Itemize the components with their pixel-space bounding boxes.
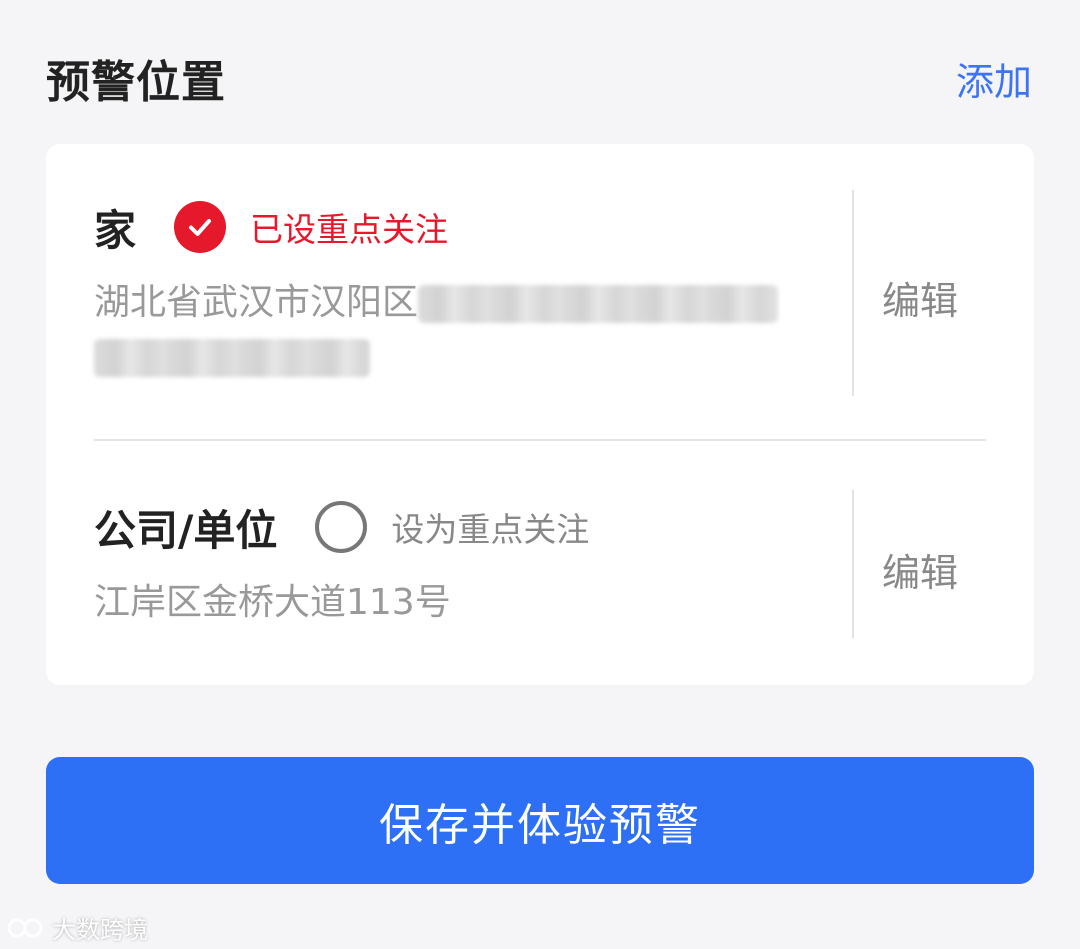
edit-button-home[interactable]: 编辑 (854, 270, 986, 325)
edit-button-work[interactable]: 编辑 (854, 542, 986, 597)
location-title-row: 家 已设重点关注 (94, 190, 814, 264)
page-title: 预警位置 (46, 57, 226, 108)
section-header: 预警位置 添加 (46, 46, 1032, 110)
location-name: 家 (94, 205, 137, 255)
location-item-home: 家 已设重点关注 湖北省武汉市汉阳区 编辑 (94, 190, 986, 396)
redacted-address-blur (418, 285, 779, 323)
watermark-logo-icon (7, 918, 43, 937)
add-location-link[interactable]: 添加 (956, 51, 1032, 106)
redacted-address-blur (94, 339, 370, 377)
location-address: 江岸区金桥大道113号 (94, 582, 451, 623)
location-address: 湖北省武汉市汉阳区 (94, 276, 814, 384)
watermark: 大数跨境 (6, 910, 148, 945)
check-circle-icon[interactable] (174, 201, 227, 253)
row-divider (94, 439, 986, 441)
save-and-try-button[interactable]: 保存并体验预警 (46, 757, 1034, 884)
location-name: 公司/单位 (94, 505, 278, 555)
location-title-row: 公司/单位 设为重点关注 (94, 490, 814, 564)
set-focus-label[interactable]: 设为重点关注 (391, 503, 589, 551)
watermark-text: 大数跨境 (52, 916, 148, 944)
location-list-card: 家 已设重点关注 湖北省武汉市汉阳区 编辑 公司/单位 设为重点关注 江岸区金桥… (46, 144, 1034, 685)
location-info: 家 已设重点关注 湖北省武汉市汉阳区 (94, 190, 814, 384)
location-info: 公司/单位 设为重点关注 江岸区金桥大道113号 (94, 490, 814, 630)
radio-circle-icon[interactable] (315, 501, 368, 553)
address-text: 湖北省武汉市汉阳区 (94, 282, 419, 323)
location-item-work: 公司/单位 设为重点关注 江岸区金桥大道113号 编辑 (94, 490, 986, 638)
focus-status-label: 已设重点关注 (250, 210, 449, 249)
